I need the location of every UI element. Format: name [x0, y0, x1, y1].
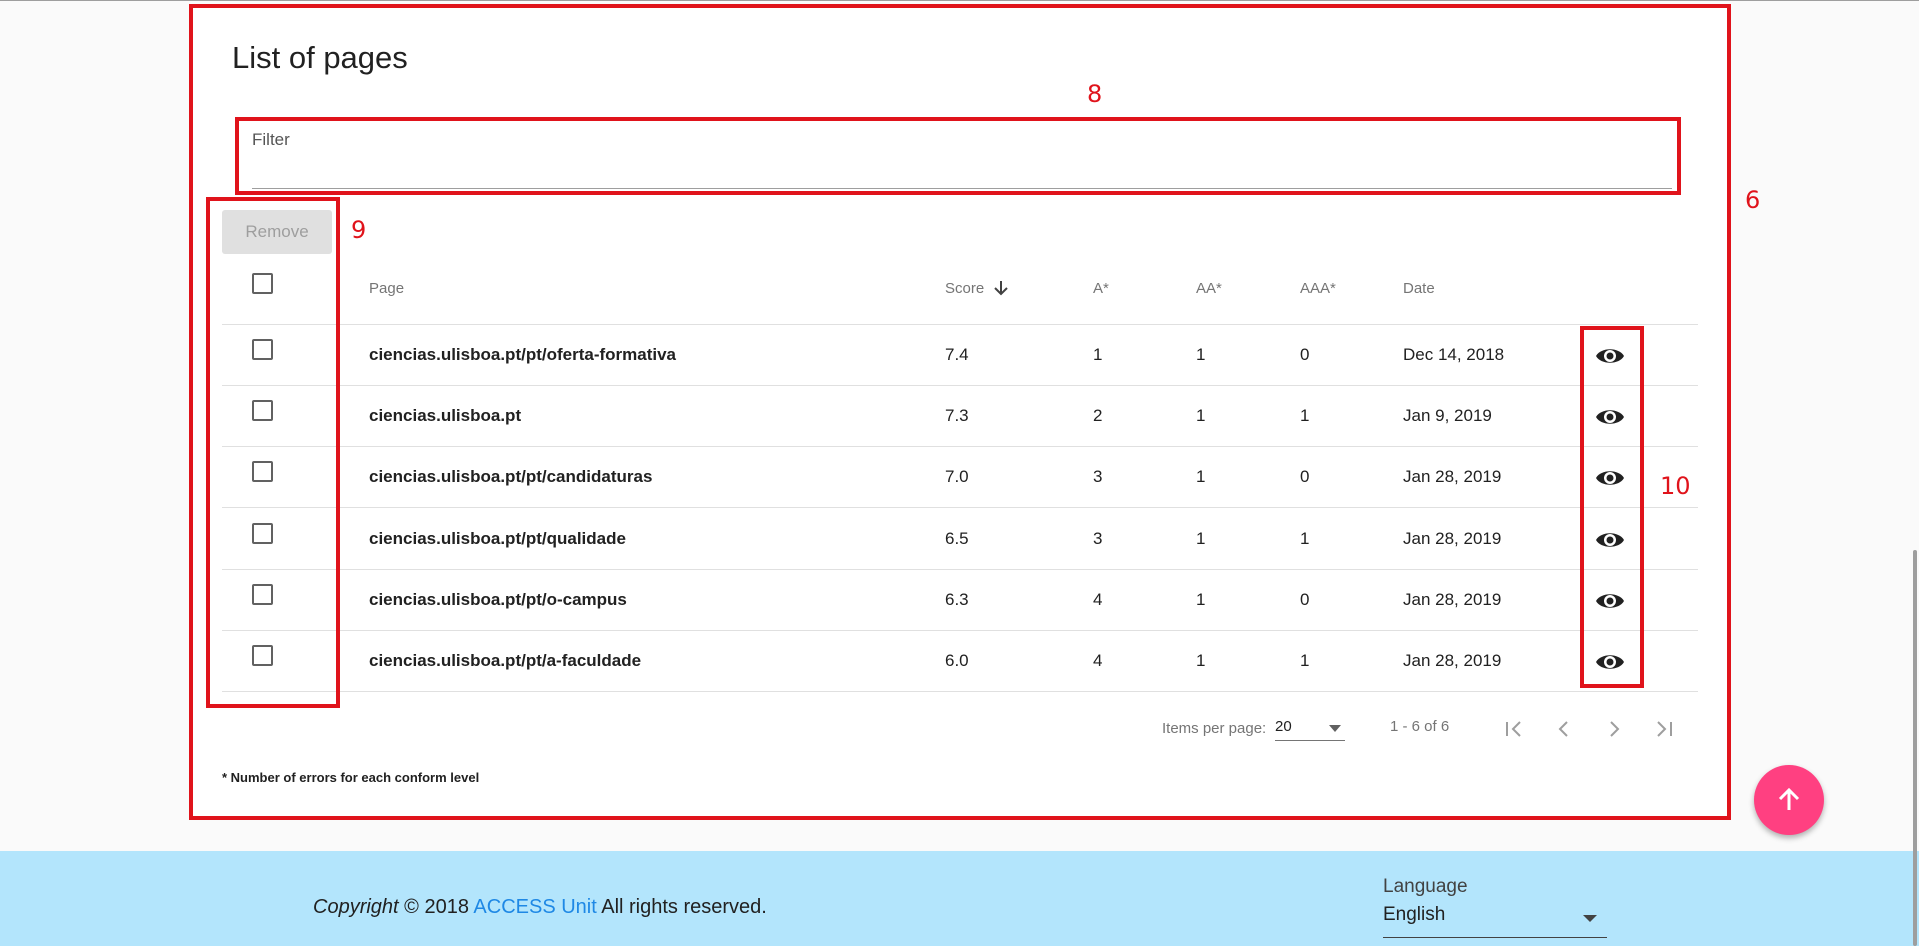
aa-errors-cell: 1 — [1196, 467, 1206, 487]
page-title: List of pages — [232, 40, 408, 75]
remove-button[interactable]: Remove — [222, 210, 332, 254]
row-checkbox[interactable] — [252, 522, 273, 544]
arrow-up-icon — [1778, 787, 1800, 810]
row-divider — [222, 507, 1698, 509]
row-divider — [222, 691, 1698, 692]
row-divider — [222, 385, 1698, 386]
copyright-text: Copyright © 2018 ACCESS Unit All rights … — [313, 896, 767, 919]
a-errors-cell: 3 — [1093, 467, 1103, 487]
date-cell: Dec 14, 2018 — [1403, 345, 1505, 364]
a-errors-cell: 4 — [1093, 651, 1103, 670]
filter-label: Filter — [252, 130, 290, 149]
score-cell: 6.0 — [945, 651, 969, 670]
row-checkbox[interactable] — [252, 583, 273, 605]
dropdown-arrow-icon — [1583, 915, 1597, 922]
copyright-year: © 2018 — [398, 896, 474, 918]
a-errors-cell: 4 — [1093, 589, 1103, 609]
annotation-label-view-icons: 10 — [1660, 472, 1691, 500]
select-all-checkbox[interactable] — [252, 273, 273, 294]
date-cell: Jan 28, 2019 — [1403, 651, 1502, 670]
score-cell: 7.0 — [945, 467, 969, 487]
aa-errors-cell: 1 — [1196, 345, 1206, 364]
header-divider — [222, 324, 1698, 325]
date-cell: Jan 28, 2019 — [1403, 589, 1502, 609]
column-header-score-label: Score — [945, 280, 985, 297]
column-header-score[interactable]: Score — [945, 280, 1009, 297]
aaa-errors-cell: 0 — [1300, 345, 1310, 364]
a-errors-cell: 3 — [1093, 528, 1103, 548]
eye-icon[interactable] — [1595, 529, 1625, 551]
column-header-a[interactable]: A* — [1093, 280, 1109, 297]
row-divider — [222, 629, 1698, 631]
items-per-page-label: Items per page: — [1162, 720, 1267, 737]
aa-errors-cell: 1 — [1196, 406, 1206, 426]
page-url-cell[interactable]: ciencias.ulisboa.pt/pt/candidaturas — [369, 467, 652, 487]
last-page-icon[interactable] — [1652, 717, 1676, 741]
column-header-aa[interactable]: AA* — [1196, 280, 1222, 297]
eye-icon[interactable] — [1595, 406, 1625, 428]
aaa-errors-cell: 1 — [1300, 651, 1310, 670]
aaa-errors-cell: 1 — [1300, 406, 1310, 426]
column-header-aaa[interactable]: AAA* — [1300, 280, 1336, 297]
eye-icon[interactable] — [1595, 590, 1625, 612]
annotation-label-checkboxes: 9 — [351, 216, 367, 244]
date-cell: Jan 9, 2019 — [1403, 406, 1492, 426]
aa-errors-cell: 1 — [1196, 528, 1206, 548]
annotation-label-card: 6 — [1745, 186, 1761, 214]
top-divider — [0, 0, 1919, 1]
column-header-page[interactable]: Page — [369, 280, 404, 297]
date-cell: Jan 28, 2019 — [1403, 467, 1502, 487]
items-per-page-value: 20 — [1275, 718, 1292, 735]
range-label: 1 - 6 of 6 — [1390, 718, 1450, 735]
eye-icon[interactable] — [1595, 467, 1625, 489]
first-page-icon[interactable] — [1502, 717, 1526, 741]
page-url-cell[interactable]: ciencias.ulisboa.pt/pt/a-faculdade — [369, 651, 641, 671]
aa-errors-cell: 1 — [1196, 589, 1206, 609]
page-url-cell[interactable]: ciencias.ulisboa.pt/pt/oferta-formativa — [369, 345, 676, 365]
eye-icon[interactable] — [1595, 345, 1625, 367]
items-per-page-select[interactable]: 20 — [1275, 718, 1345, 741]
aaa-errors-cell: 1 — [1300, 528, 1310, 548]
scroll-top-button[interactable] — [1754, 765, 1824, 835]
language-select[interactable]: English — [1383, 904, 1607, 938]
score-cell: 7.3 — [945, 406, 969, 426]
footnote: * Number of errors for each conform leve… — [222, 770, 480, 785]
filter-input[interactable] — [252, 150, 1672, 189]
row-checkbox[interactable] — [252, 461, 273, 483]
scrollbar[interactable] — [1913, 550, 1917, 946]
chevron-right-icon[interactable] — [1602, 717, 1626, 741]
language-value: English — [1383, 904, 1446, 925]
footer — [0, 851, 1919, 946]
annotation-label-filter: 8 — [1087, 80, 1103, 108]
row-checkbox[interactable] — [252, 400, 273, 422]
access-unit-link[interactable]: ACCESS Unit — [473, 896, 596, 918]
row-divider — [222, 568, 1698, 570]
row-divider — [222, 446, 1698, 448]
page-url-cell[interactable]: ciencias.ulisboa.pt/pt/qualidade — [369, 529, 626, 549]
aaa-errors-cell: 0 — [1300, 467, 1310, 487]
aa-errors-cell: 1 — [1196, 651, 1206, 670]
aaa-errors-cell: 0 — [1300, 589, 1310, 609]
rights-text: All rights reserved. — [596, 896, 767, 918]
a-errors-cell: 1 — [1093, 345, 1103, 364]
dropdown-arrow-icon — [1329, 725, 1341, 732]
page-url-cell[interactable]: ciencias.ulisboa.pt — [369, 406, 521, 426]
language-label: Language — [1383, 876, 1468, 897]
score-cell: 6.5 — [945, 528, 969, 548]
score-cell: 6.3 — [945, 589, 969, 609]
arrow-down-icon — [994, 281, 1009, 296]
score-cell: 7.4 — [945, 345, 969, 364]
a-errors-cell: 2 — [1093, 406, 1103, 426]
eye-icon[interactable] — [1595, 651, 1625, 673]
row-checkbox[interactable] — [252, 645, 273, 666]
date-cell: Jan 28, 2019 — [1403, 528, 1502, 548]
copyright-word: Copyright — [313, 896, 399, 918]
page-url-cell[interactable]: ciencias.ulisboa.pt/pt/o-campus — [369, 590, 627, 610]
chevron-left-icon[interactable] — [1552, 717, 1576, 741]
column-header-date[interactable]: Date — [1403, 280, 1435, 297]
row-checkbox[interactable] — [252, 339, 273, 360]
